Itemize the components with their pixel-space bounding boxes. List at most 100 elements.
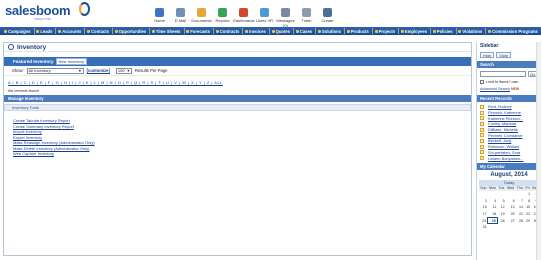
nav-item-campaigns[interactable]: Campaigns: [2, 29, 34, 34]
calendar-day[interactable]: 15: [524, 204, 531, 211]
calendar-day[interactable]: 21: [516, 211, 524, 218]
alphabet-filter[interactable]: A | B | C | D | E | F | G | H | I | J | …: [4, 80, 471, 85]
weekday-header: Sun: [479, 185, 488, 191]
nav-label: Contracts: [219, 28, 240, 34]
nav-label: Accounts: [62, 28, 82, 34]
per-page-select[interactable]: 100 ▼: [115, 67, 132, 74]
nav-item-commission-programs[interactable]: Commission Programs: [486, 29, 541, 34]
scrollbar[interactable]: [536, 42, 541, 260]
tool-dashboards[interactable]: Dashboards: [233, 8, 255, 28]
calendar-day[interactable]: 31: [479, 224, 488, 231]
calendar-day[interactable]: 14: [516, 204, 524, 211]
nav-label: Campaigns: [8, 28, 31, 34]
tool-reports[interactable]: Reports: [212, 8, 233, 28]
calendar-day[interactable]: 19: [497, 211, 505, 218]
recent-record-link[interactable]: Robinson, William: [488, 144, 519, 149]
calendar-day[interactable]: 7: [516, 197, 524, 204]
nav-item-contacts[interactable]: Contacts: [85, 29, 112, 34]
nav-item-accounts[interactable]: Accounts: [56, 29, 84, 34]
recent-record-link[interactable]: Katherine Pinnoch...: [488, 116, 523, 121]
calendar-day[interactable]: 1: [524, 191, 531, 198]
calendar-day[interactable]: 13: [506, 204, 516, 211]
calendar-day[interactable]: 28: [516, 217, 524, 224]
calendar-day[interactable]: 29: [524, 217, 531, 224]
recent-record-link[interactable]: Pinnoch, Katherine: [488, 110, 521, 115]
nav-item-forecasts[interactable]: Forecasts: [184, 29, 213, 34]
nav-item-contracts[interactable]: Contracts: [214, 29, 243, 34]
nav-label: Employees: [404, 28, 428, 34]
recent-record-link[interactable]: Uniarm Bonyathen...: [488, 156, 523, 161]
calendar-day[interactable]: 6: [506, 197, 516, 204]
calendar-empty: [506, 224, 516, 231]
view-select[interactable]: All Inventory ▼: [26, 67, 84, 74]
calendar-day[interactable]: 24: [479, 217, 488, 224]
hide-button[interactable]: Hide: [480, 52, 495, 58]
recent-record-link[interactable]: Conley, Mariana: [488, 121, 516, 126]
email-icon: [176, 8, 185, 17]
calendar-day[interactable]: 4: [488, 197, 498, 204]
customize-link[interactable]: [customize]: [87, 68, 110, 73]
calendar-empty: [488, 224, 498, 231]
nav-label: Products: [350, 28, 369, 34]
calendar-day[interactable]: 11: [488, 204, 498, 211]
limit-checkbox[interactable]: [480, 80, 484, 84]
recent-record-link[interactable]: Reid, Rodney: [488, 104, 512, 109]
tool-messages[interactable]: Messages (0): [275, 8, 296, 28]
weekday-header: Thu: [515, 185, 525, 191]
record-icon: [480, 127, 484, 132]
calendar-day[interactable]: 8: [524, 197, 531, 204]
calendar-day[interactable]: 3: [479, 197, 488, 204]
alphabet-links[interactable]: A | B | C | D | E | F | G | H | I | J | …: [8, 80, 223, 85]
nav-arrow-icon: [458, 29, 462, 33]
calendar-day[interactable]: 27: [506, 217, 516, 224]
nav-item-quotes[interactable]: Quotes: [270, 29, 293, 34]
recent-record[interactable]: Uniarm Bonyathen...: [480, 155, 541, 161]
nav-item-violations[interactable]: Violations: [456, 29, 485, 34]
calendar-day[interactable]: 12: [497, 204, 505, 211]
calendar-day[interactable]: 22: [524, 211, 531, 218]
search-input[interactable]: [480, 71, 526, 77]
nav-item-policies[interactable]: Policies: [431, 29, 456, 34]
new-inventory-button[interactable]: New Inventory: [55, 58, 88, 65]
recent-record-link[interactable]: Beckett, Judy: [488, 138, 511, 143]
calendar-day[interactable]: 17: [479, 211, 488, 218]
nav-item-leads[interactable]: Leads: [34, 29, 55, 34]
chevron-down-icon: ▼: [126, 68, 131, 73]
nav-label: Leads: [40, 28, 53, 34]
recent-record-link[interactable]: DiBiase, Michelle: [488, 127, 518, 132]
tool-documents[interactable]: Documents: [191, 8, 212, 28]
calendar-empty: [516, 191, 524, 198]
advanced-search-row: Advanced SearchNEW: [477, 84, 541, 91]
calendar-day[interactable]: 25: [487, 216, 498, 225]
advanced-search-link[interactable]: Advanced Search: [480, 87, 510, 91]
nav-arrow-icon: [245, 29, 249, 33]
calendar-day[interactable]: 18: [488, 211, 498, 218]
nav-item-employees[interactable]: Employees: [399, 29, 430, 34]
nav-item-time-sheets[interactable]: Time Sheets: [150, 29, 184, 34]
nav-item-cases[interactable]: Cases: [294, 29, 315, 34]
logo-ring-icon: [79, 2, 90, 16]
slide-button[interactable]: Slide: [496, 52, 512, 58]
recent-record-link[interactable]: Pimmell, Constance: [488, 133, 523, 138]
tool-link[interactable]: Web Capture Inventory: [13, 151, 471, 157]
calendar-empty: [506, 191, 516, 198]
calendar-day[interactable]: 10: [479, 204, 488, 211]
featured-bar: Featured Inventory New Inventory: [4, 57, 471, 66]
nav-item-projects[interactable]: Projects: [373, 29, 399, 34]
record-icon: [480, 116, 484, 121]
calendar-day[interactable]: 26: [497, 217, 505, 224]
tool-email[interactable]: E-Mail: [170, 8, 191, 28]
calendar-empty: [488, 191, 498, 198]
calendar-day[interactable]: 5: [497, 197, 505, 204]
sidebar-buttons: Hide Slide: [477, 50, 541, 58]
recent-record-link[interactable]: Shi-pertisten, Sura: [488, 150, 520, 155]
nav-item-products[interactable]: Products: [345, 29, 372, 34]
calendar-day[interactable]: 20: [506, 211, 516, 218]
nav-item-invoices[interactable]: Invoices: [243, 29, 269, 34]
tool-trash[interactable]: Trash: [296, 8, 317, 28]
nav-item-solutions[interactable]: Solutions: [316, 29, 344, 34]
nav-item-opportunities[interactable]: Opportunities: [113, 29, 149, 34]
tool-create[interactable]: Create: [317, 8, 338, 28]
tool-users[interactable]: Users VR: [254, 8, 275, 28]
tool-home[interactable]: Home: [149, 8, 170, 28]
